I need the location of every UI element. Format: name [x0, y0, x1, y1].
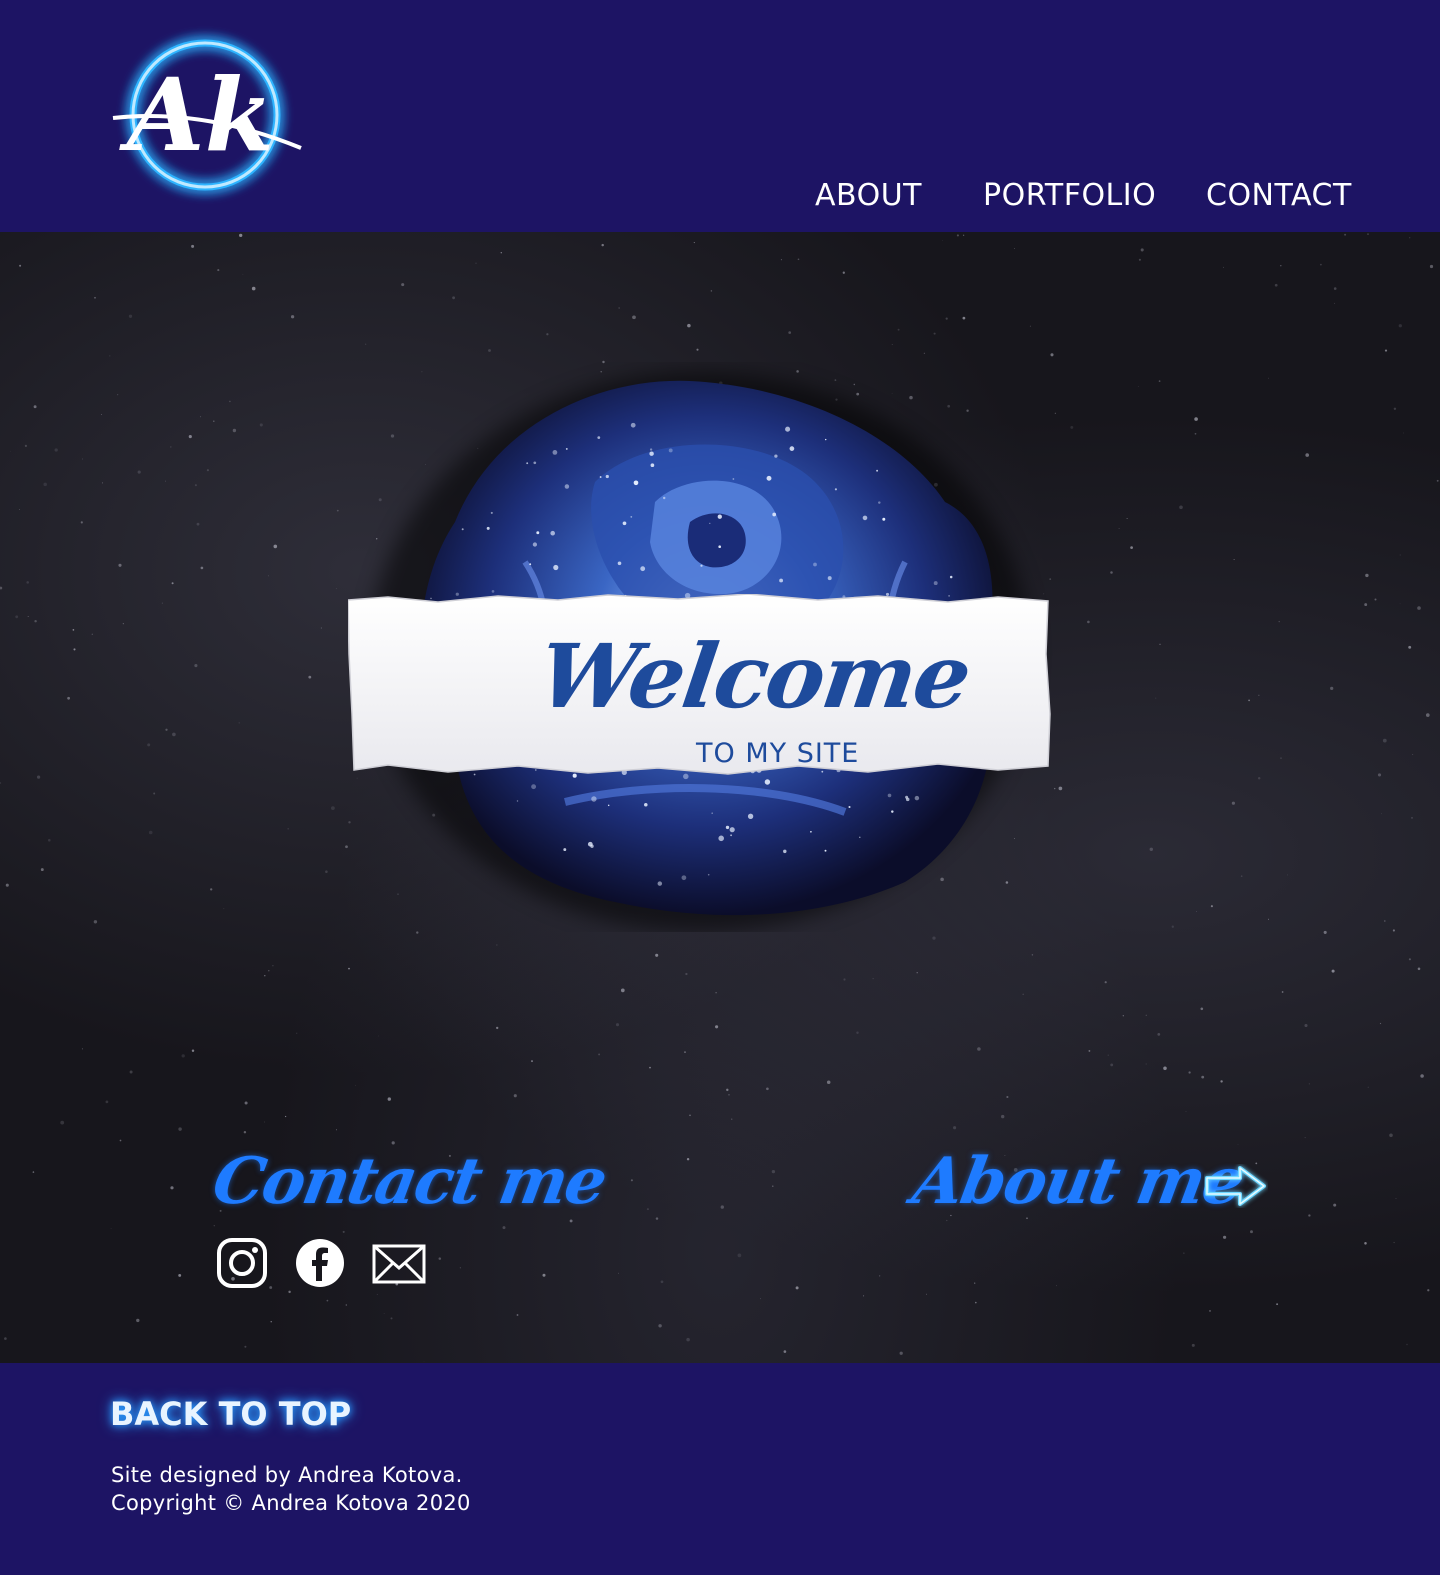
hero-section: Welcome TO MY SITE Contact me About me	[0, 232, 1440, 1363]
nav-contact[interactable]: CONTACT	[1206, 178, 1352, 213]
logo-mark: Ak	[112, 39, 302, 191]
nav-about[interactable]: ABOUT	[815, 178, 922, 213]
welcome-heading: Welcome	[532, 624, 976, 728]
main-nav: ABOUT PORTFOLIO CONTACT	[0, 178, 1440, 218]
arrow-right-icon[interactable]	[1204, 1164, 1268, 1208]
mail-icon[interactable]	[372, 1244, 426, 1284]
about-me-link[interactable]: About me	[907, 1144, 1248, 1219]
instagram-icon[interactable]	[216, 1237, 268, 1289]
footer-credit: Site designed by Andrea Kotova.	[111, 1463, 463, 1487]
site-footer: BACK TO TOP Site designed by Andrea Koto…	[0, 1363, 1440, 1575]
site-header: Ak ABOUT PORTFOLIO CONTACT	[0, 0, 1440, 232]
contact-me-link[interactable]: Contact me	[207, 1144, 611, 1219]
nav-portfolio[interactable]: PORTFOLIO	[983, 178, 1156, 213]
welcome-subtitle: TO MY SITE	[696, 738, 860, 769]
logo[interactable]: Ak	[112, 38, 303, 198]
back-to-top-link[interactable]: BACK TO TOP	[110, 1395, 351, 1433]
footer-copyright: Copyright © Andrea Kotova 2020	[111, 1491, 471, 1515]
facebook-icon[interactable]	[295, 1237, 345, 1289]
